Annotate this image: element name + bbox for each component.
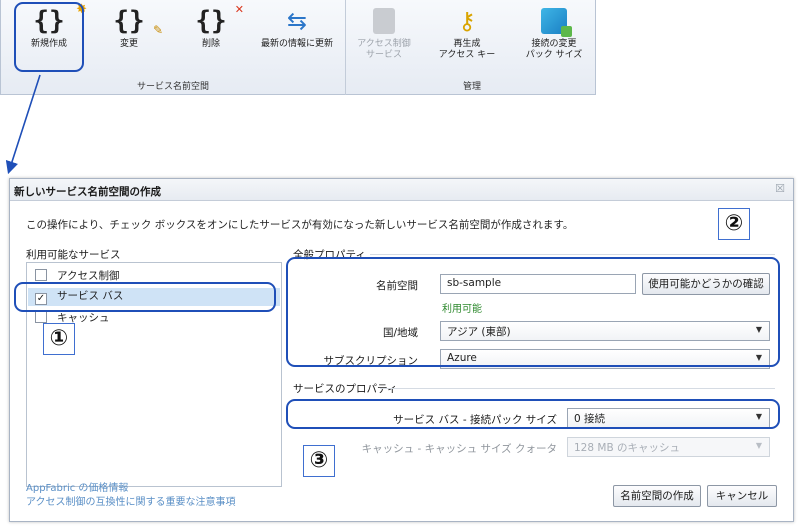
regenerate-access-key-label: 再生成 アクセス キー [438,39,496,60]
cancel-button[interactable]: キャンセル [707,485,777,507]
available-services-heading: 利用可能なサービス [26,249,121,261]
modify-namespace-label: 変更 [119,39,138,49]
ribbon-group-label-manage: 管理 [462,82,481,92]
create-namespace-button[interactable]: 名前空間の作成 [613,485,701,507]
access-control-notice-link[interactable]: アクセス制御の互換性に関する重要な注意事項 [26,493,236,508]
annotation-badge-2: ② [718,208,750,240]
service-label-access-control: アクセス制御 [57,270,120,282]
pricing-link[interactable]: AppFabric の価格情報 [26,479,128,494]
cache-quota-value: 128 MB のキャッシュ [574,442,680,454]
regenerate-access-key-button[interactable]: ⚷ 再生成 アクセス キー [429,4,505,66]
dialog-title: 新しいサービス名前空間の作成 [10,179,793,201]
delete-namespace-icon: {} ✕ [195,3,244,36]
delete-namespace-button[interactable]: {} ✕ 削除 [183,3,244,66]
service-properties-divider [380,388,775,389]
ribbon-group-label-service-namespace: サービス名前空間 [136,82,209,92]
key-icon: ⚷ [458,7,476,35]
chevron-down-icon: ▼ [755,441,762,450]
access-control-checkbox[interactable] [35,269,47,281]
modify-namespace-button[interactable]: {} ✎ 変更 [101,4,163,66]
dialog-description: この操作により、チェック ボックスをオンにしたサービスが有効になった新しいサービ… [26,219,574,231]
modify-namespace-icon: {} ✎ [113,6,163,37]
refresh-label: 最新の情報に更新 [260,39,333,49]
connection-pack-icon [515,6,593,37]
new-button-highlight [14,2,84,72]
refresh-button[interactable]: ⇆ 最新の情報に更新 [249,4,345,66]
close-icon[interactable]: ☒ [775,182,785,195]
general-properties-divider [370,254,775,255]
annotation-outline-service-bus-pack [286,399,780,429]
refresh-icon: ⇆ [286,7,308,35]
annotation-outline-general-properties [286,257,780,367]
cache-quota-select[interactable]: 128 MB のキャッシュ ▼ [567,437,770,457]
ribbon-toolbar: {} ✸ 新規作成 {} ✎ 変更 {} ✕ 削除 ⇆ 最新の情報に更新 サービス名前… [0,0,596,95]
access-control-icon [353,6,415,36]
access-control-service-label: アクセス制御 サービス [357,39,411,60]
annotation-badge-1: ① [43,323,75,355]
change-connection-pack-label: 接続の変更 パック サイズ [525,39,583,60]
annotation-outline-service-bus [14,282,276,312]
ribbon-group-manage: アクセス制御 サービス ⚷ 再生成 アクセス キー 接続の変更 パック サイズ … [347,0,597,95]
change-connection-pack-button[interactable]: 接続の変更 パック サイズ [515,4,593,66]
delete-namespace-label: 削除 [201,39,220,49]
cache-checkbox[interactable] [35,311,47,323]
access-control-service-button[interactable]: アクセス制御 サービス [353,4,415,66]
annotation-badge-3: ③ [303,445,335,477]
